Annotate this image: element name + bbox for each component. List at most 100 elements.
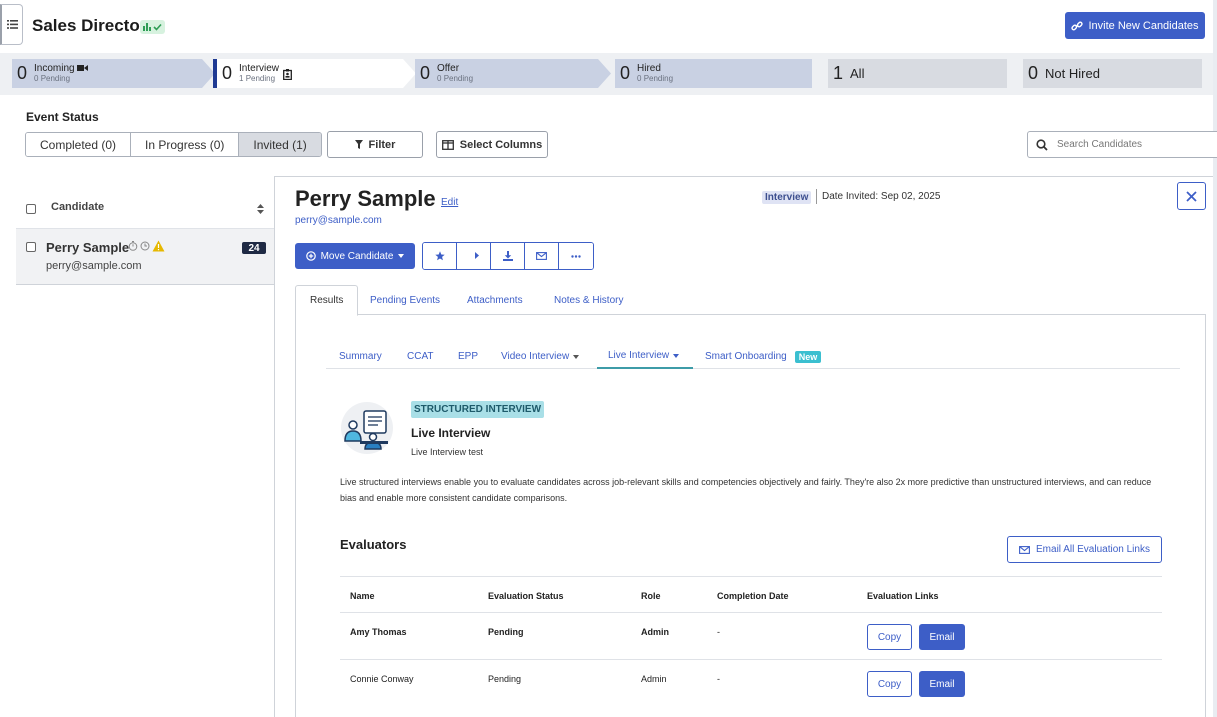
stage-offer[interactable]: 0 Offer 0 Pending [415, 59, 473, 88]
stage-count: 0 [1028, 63, 1039, 83]
scrollbar-track[interactable] [1213, 0, 1217, 717]
download-icon [502, 251, 513, 261]
close-icon [1186, 190, 1197, 202]
stage-name: Not Hired [1045, 66, 1100, 81]
subtab-live-interview[interactable]: Live Interview [597, 344, 693, 369]
tab-results[interactable]: Results [295, 285, 359, 316]
top-bar: Sales Director Invite New Candidates [0, 0, 1217, 53]
favorite-button[interactable] [423, 243, 457, 269]
pipeline-bar: 0 Incoming 0 Pending 0 Interview 1 Pendi… [0, 53, 1213, 95]
stage-count: 1 [833, 63, 844, 83]
copy-link-button[interactable]: Copy [867, 624, 912, 650]
subtab-smart-onboarding[interactable]: Smart Onboarding New [705, 344, 822, 369]
select-all-checkbox[interactable] [26, 204, 36, 214]
stage-hired[interactable]: 0 Hired 0 Pending [615, 59, 673, 88]
move-candidate-label: Move Candidate [320, 250, 394, 262]
stage-name: Interview [239, 62, 280, 74]
stage-name: Hired [637, 62, 661, 74]
list-icon [6, 20, 18, 29]
download-button[interactable] [491, 243, 525, 269]
candidate-detail-email[interactable]: perry@sample.com [295, 215, 382, 226]
id-badge-icon [283, 69, 292, 80]
tab-attachments[interactable]: Attachments [453, 285, 537, 315]
plus-circle-icon [305, 251, 316, 261]
edit-link[interactable]: Edit [441, 197, 458, 208]
share-button[interactable] [457, 243, 491, 269]
stage-name: Offer [437, 62, 460, 74]
table-row: Connie Conway Pending Admin - Copy Email [340, 659, 1162, 706]
subtab-video-interview[interactable]: Video Interview [501, 344, 580, 369]
stage-not-hired[interactable]: 0 Not Hired [1023, 59, 1100, 88]
results-content: Summary CCAT EPP Video Interview Live In… [295, 315, 1206, 717]
candidate-detail-name: Perry Sample [295, 186, 436, 211]
move-candidate-button[interactable]: Move Candidate [295, 243, 415, 269]
stage-name: Incoming [34, 63, 89, 74]
envelope-icon [1019, 545, 1030, 554]
email-link-button[interactable]: Email [919, 624, 965, 650]
section-title: Live Interview [411, 426, 491, 440]
table-row: Amy Thomas Pending Admin - Copy Email [340, 612, 1162, 659]
column-header: Name [350, 591, 375, 601]
section-subtitle: Live Interview test [411, 447, 484, 457]
job-status-badge [140, 20, 165, 34]
candidate-score-badge: 24 [242, 242, 266, 254]
stage-pending: 0 Pending [34, 73, 71, 83]
stage-count: 0 [222, 63, 233, 83]
stage-all[interactable]: 1 All [828, 59, 864, 88]
evaluator-role: Admin [641, 627, 669, 637]
stage-pending: 0 Pending [637, 73, 674, 83]
stage-incoming[interactable]: 0 Incoming 0 Pending [12, 59, 89, 88]
evaluator-name: Connie Conway [350, 674, 414, 684]
event-status-label: Event Status [26, 110, 99, 124]
sort-icon[interactable] [257, 204, 264, 214]
candidate-email: perry@sample.com [46, 260, 142, 272]
candidate-checkbox[interactable] [26, 242, 36, 252]
search-input[interactable]: Search Candidates [1027, 131, 1217, 158]
caret-down-icon [398, 254, 405, 258]
caret-down-icon [673, 353, 680, 358]
filter-button[interactable]: Filter [327, 131, 423, 158]
subtab-ccat[interactable]: CCAT [407, 344, 433, 369]
tab-notes-history[interactable]: Notes & History [540, 285, 637, 315]
candidate-list-header: Candidate [16, 176, 274, 229]
date-invited: Date Invited: Sep 02, 2025 [822, 191, 941, 202]
select-columns-button[interactable]: Select Columns [436, 131, 548, 158]
link-icon [1071, 21, 1084, 30]
evaluator-role: Admin [641, 674, 667, 684]
copy-link-button[interactable]: Copy [867, 671, 912, 697]
candidate-column-header[interactable]: Candidate [51, 201, 104, 213]
result-subtabs: Summary CCAT EPP Video Interview Live In… [326, 344, 1180, 369]
section-description: Live structured interviews enable you to… [340, 477, 1152, 503]
envelope-icon [536, 252, 547, 260]
star-icon [434, 251, 445, 261]
candidate-detail-panel: Perry Sample Edit perry@sample.com Inter… [274, 176, 1213, 717]
filter-label: Filter [368, 138, 396, 151]
completion-date: - [717, 627, 720, 637]
invite-candidates-button[interactable]: Invite New Candidates [1065, 12, 1205, 39]
column-header: Completion Date [717, 591, 789, 601]
structured-interview-badge: STRUCTURED INTERVIEW [411, 401, 545, 418]
subtab-epp[interactable]: EPP [458, 344, 478, 369]
more-actions-button[interactable] [559, 243, 593, 269]
column-header: Evaluation Status [488, 591, 564, 601]
email-candidate-button[interactable] [525, 243, 559, 269]
table-header-row: Name Evaluation Status Role Completion D… [340, 576, 1162, 612]
warning-icon [152, 240, 165, 252]
event-status-toggle: Completed (0) In Progress (0) Invited (1… [25, 132, 322, 157]
subtab-summary[interactable]: Summary [339, 344, 382, 369]
close-button[interactable] [1177, 182, 1206, 210]
email-link-button[interactable]: Email [919, 671, 965, 697]
candidate-row[interactable]: Perry Sample 24 perry@sample.com [16, 229, 274, 285]
new-badge: New [794, 350, 822, 363]
email-all-links-button[interactable]: Email All Evaluation Links [1007, 536, 1162, 563]
interview-illustration-icon [341, 402, 393, 454]
status-invited-button[interactable]: Invited (1) [239, 133, 321, 156]
stage-interview[interactable]: 0 Interview 1 Pending [217, 59, 292, 88]
ellipsis-icon [571, 254, 581, 258]
menu-toggle-button[interactable] [0, 4, 23, 45]
status-in-progress-button[interactable]: In Progress (0) [131, 133, 240, 156]
candidate-actions [422, 242, 594, 270]
tab-pending-events[interactable]: Pending Events [356, 285, 454, 315]
funnel-icon [354, 140, 363, 149]
status-completed-button[interactable]: Completed (0) [26, 133, 132, 156]
